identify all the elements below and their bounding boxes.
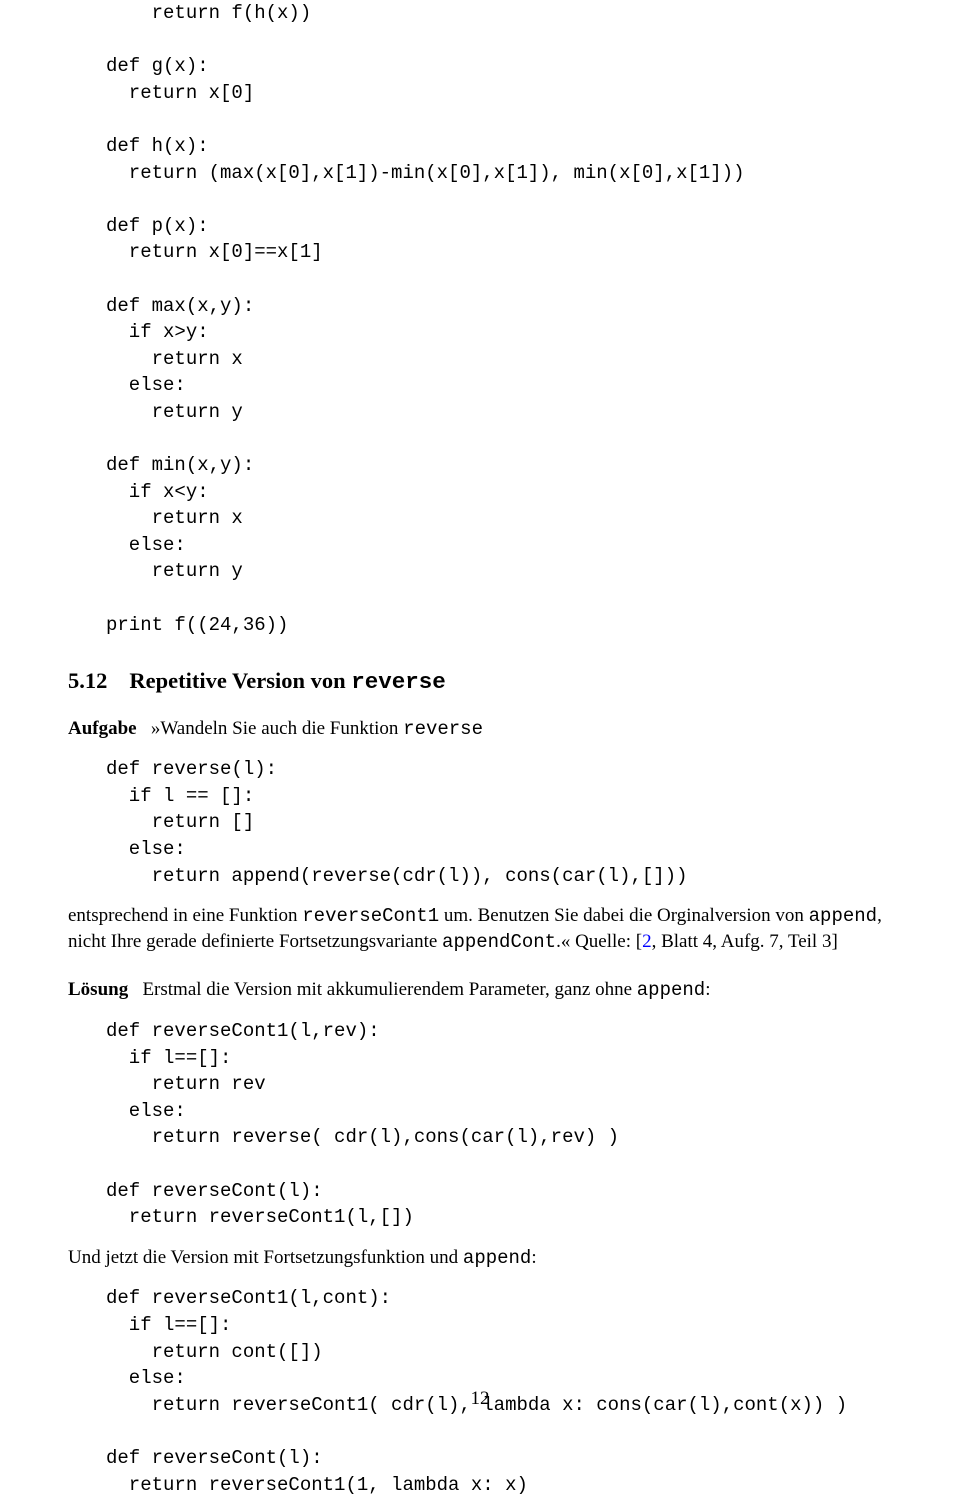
- loesung-paragraph: Lösung Erstmal die Version mit akkumulie…: [68, 977, 892, 1004]
- section-number: 5.12: [68, 666, 107, 696]
- para1-t4: .« Quelle: [: [556, 931, 642, 952]
- para1-m3: appendCont: [442, 931, 556, 953]
- page-number: 12: [0, 1386, 960, 1412]
- section-title-mono: reverse: [351, 669, 446, 695]
- code-block-1: return f(h(x)) def g(x): return x[0] def…: [106, 0, 892, 638]
- para1-t2: um. Benutzen Sie dabei die Orginalversio…: [439, 905, 809, 926]
- para2-t2: :: [531, 1247, 536, 1268]
- citation-link[interactable]: 2: [642, 931, 652, 952]
- code-block-2: def reverse(l): if l == []: return [] el…: [106, 756, 892, 889]
- para1-m1: reverseCont1: [302, 905, 439, 927]
- aufgabe-paragraph: Aufgabe »Wandeln Sie auch die Funktion r…: [68, 716, 892, 743]
- aufgabe-mono: reverse: [403, 718, 483, 740]
- loesung-text2: :: [705, 979, 710, 1000]
- code-block-3: def reverseCont1(l,rev): if l==[]: retur…: [106, 1018, 892, 1231]
- paragraph-2: Und jetzt die Version mit Fortsetzungsfu…: [68, 1245, 892, 1272]
- para1-m2: append: [809, 905, 877, 927]
- loesung-label: Lösung: [68, 979, 128, 1000]
- aufgabe-text: »Wandeln Sie auch die Funktion: [137, 718, 404, 739]
- loesung-text1: Erstmal die Version mit akkumulierendem …: [128, 979, 637, 1000]
- para1-t1: entsprechend in eine Funktion: [68, 905, 302, 926]
- aufgabe-label: Aufgabe: [68, 718, 137, 739]
- section-heading: 5.12 Repetitive Version von reverse: [68, 666, 892, 697]
- loesung-mono1: append: [637, 979, 705, 1001]
- para2-t1: Und jetzt die Version mit Fortsetzungsfu…: [68, 1247, 463, 1268]
- para2-m1: append: [463, 1247, 531, 1269]
- section-title-text: Repetitive Version von: [129, 668, 351, 693]
- paragraph-1: entsprechend in eine Funktion reverseCon…: [68, 903, 892, 955]
- para1-t5: , Blatt 4, Aufg. 7, Teil 3]: [652, 931, 838, 952]
